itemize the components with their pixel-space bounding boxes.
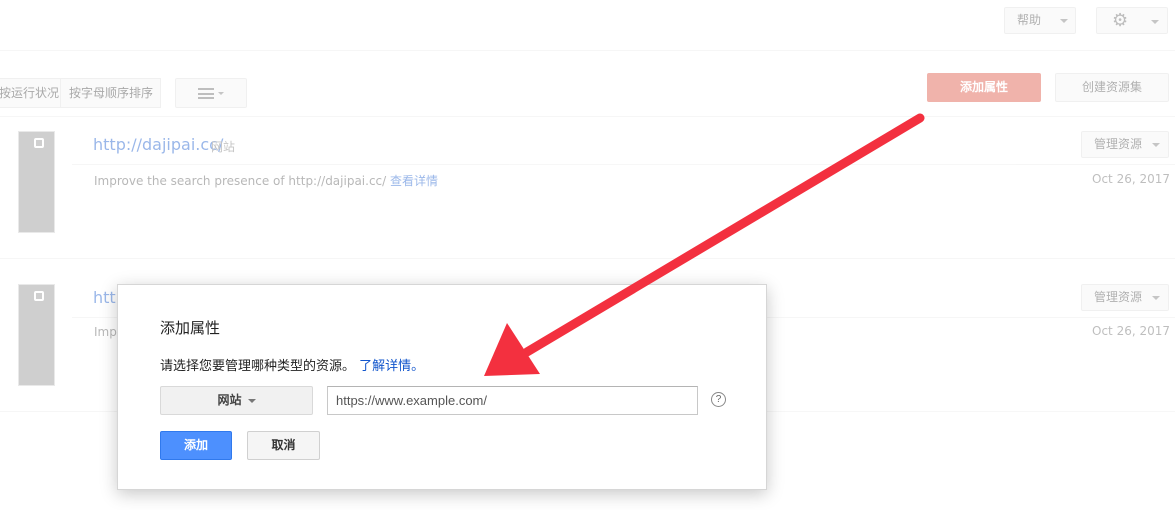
sort-by-health-label: 按运行状况: [0, 86, 60, 100]
site-description-text: Improve the search presence of http://da…: [94, 174, 387, 188]
chevron-down-icon: [1060, 19, 1068, 23]
chevron-down-icon: [1151, 20, 1159, 24]
list-icon: [198, 88, 214, 99]
chevron-down-icon: [247, 398, 256, 403]
property-type-value: 网站: [217, 393, 242, 407]
site-description: Improve the search presence of http://da…: [94, 172, 438, 189]
site-url-link[interactable]: http://dajipai.cc/: [93, 135, 223, 154]
learn-more-link[interactable]: 了解详情。: [359, 359, 424, 374]
view-details-link[interactable]: 查看详情: [390, 174, 438, 188]
help-label: 帮助: [1017, 13, 1042, 27]
divider: [0, 50, 1175, 51]
dialog-prompt-text: 请选择您要管理哪种类型的资源。: [160, 359, 356, 374]
dialog-title: 添加属性: [160, 319, 221, 337]
property-type-select[interactable]: 网站: [160, 386, 313, 415]
settings-dropdown[interactable]: ⚙: [1096, 7, 1168, 34]
lock-icon: [34, 291, 44, 301]
help-icon[interactable]: ?: [711, 392, 726, 407]
divider: [0, 116, 1175, 117]
chevron-down-icon: [218, 92, 224, 95]
site-date: Oct 26, 2017: [1092, 324, 1170, 338]
add-button[interactable]: 添加: [160, 431, 232, 460]
cancel-button[interactable]: 取消: [247, 431, 320, 460]
view-options-button[interactable]: [175, 78, 247, 108]
add-property-dialog: 添加属性 请选择您要管理哪种类型的资源。 了解详情。 网站 ? 添加 取消: [117, 284, 767, 490]
site-type-label: 网站: [211, 140, 236, 154]
dialog-prompt: 请选择您要管理哪种类型的资源。 了解详情。: [160, 355, 424, 374]
divider: [0, 258, 1175, 259]
chevron-down-icon: [1152, 143, 1160, 147]
manage-property-label: 管理资源: [1094, 137, 1143, 151]
chevron-down-icon: [1152, 296, 1160, 300]
sort-by-health-button[interactable]: 按运行状况: [0, 78, 60, 108]
divider: [72, 164, 1175, 165]
sort-alphabetical-label: 按字母顺序排序: [69, 86, 154, 100]
manage-property-label: 管理资源: [1094, 290, 1143, 304]
site-date: Oct 26, 2017: [1092, 172, 1170, 186]
sort-alphabetical-button[interactable]: 按字母顺序排序: [60, 78, 161, 108]
property-url-input[interactable]: [327, 386, 698, 415]
manage-property-dropdown[interactable]: 管理资源: [1081, 284, 1169, 311]
site-thumbnail[interactable]: [18, 131, 55, 233]
lock-icon: [34, 138, 44, 148]
create-set-button[interactable]: 创建资源集: [1055, 73, 1169, 102]
add-property-button[interactable]: 添加属性: [927, 73, 1041, 102]
help-dropdown[interactable]: 帮助: [1004, 7, 1076, 34]
site-thumbnail[interactable]: [18, 284, 55, 386]
gear-icon: ⚙: [1112, 10, 1129, 31]
manage-property-dropdown[interactable]: 管理资源: [1081, 131, 1169, 158]
